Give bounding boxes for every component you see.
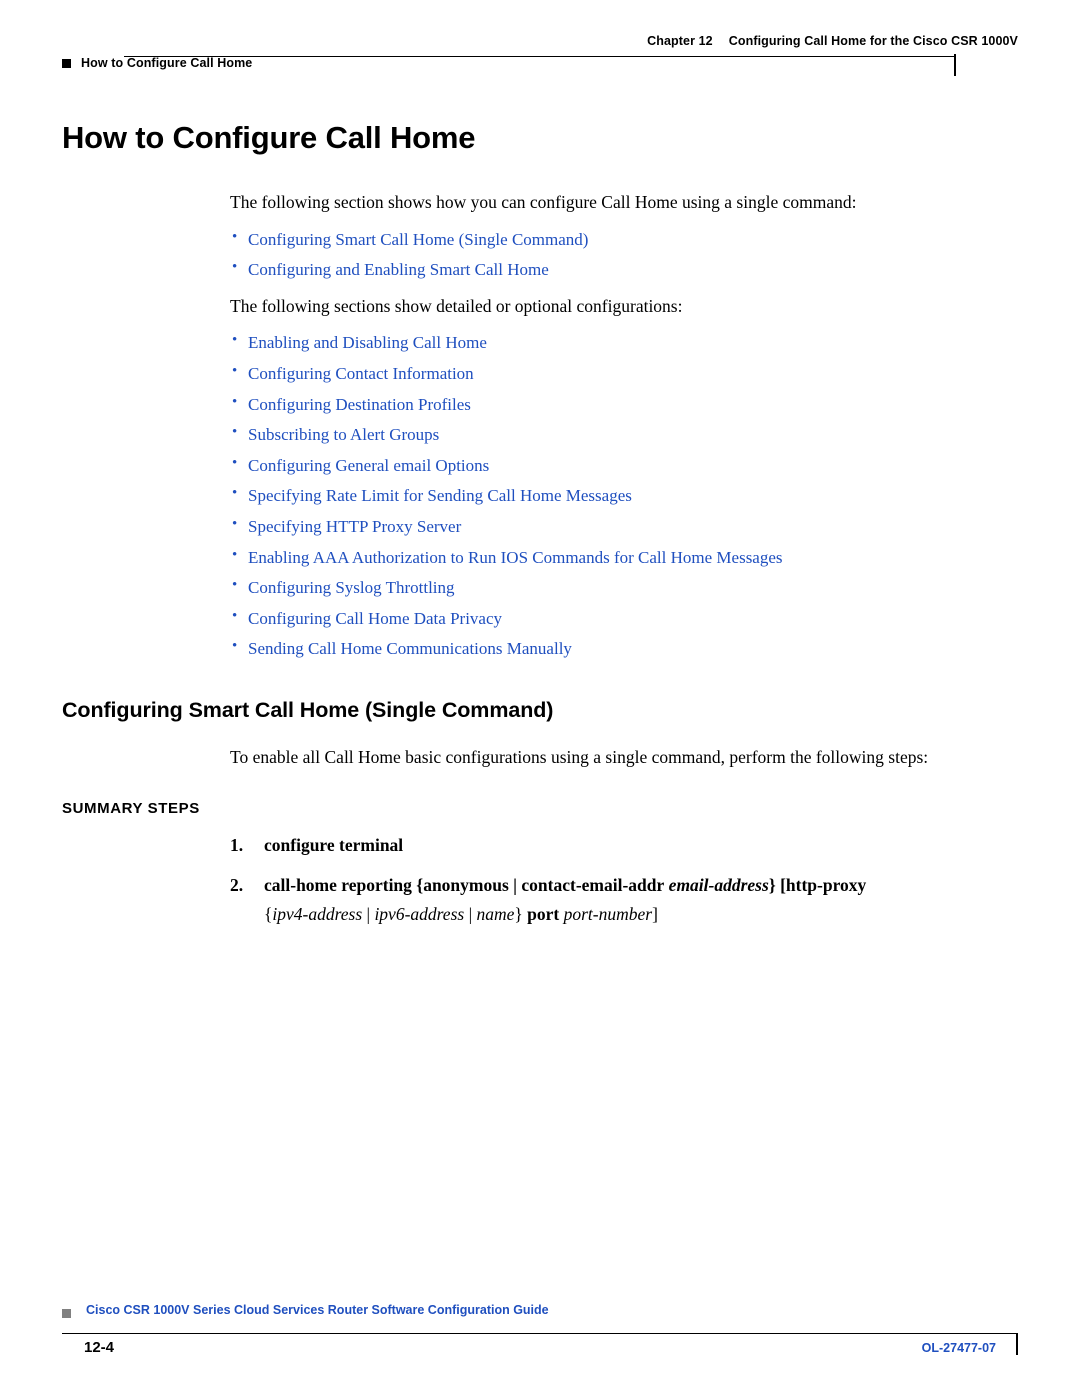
intro-paragraph-1: The following section shows how you can … — [230, 192, 857, 212]
header-chapter-info: Chapter 12 Configuring Call Home for the… — [647, 34, 1018, 48]
step-text-fragment: contact-email-addr — [521, 874, 665, 895]
step-text-fragment: ipv4-address — [272, 904, 363, 924]
page-title: How to Configure Call Home — [62, 120, 476, 155]
step-text-fragment: name — [476, 904, 515, 924]
footer-rule — [62, 1333, 1018, 1334]
cross-reference-link[interactable]: Configuring Smart Call Home (Single Comm… — [248, 230, 588, 249]
step-text-fragment: configure terminal — [264, 835, 404, 856]
summary-steps-heading: SUMMARY STEPS — [62, 800, 200, 818]
header-section-label: How to Configure Call Home — [81, 56, 253, 70]
list-item[interactable]: Configuring Call Home Data Privacy — [230, 607, 1018, 630]
list-item[interactable]: Enabling AAA Authorization to Run IOS Co… — [230, 546, 1018, 569]
square-marker-icon — [62, 59, 71, 68]
cross-reference-link[interactable]: Sending Call Home Communications Manuall… — [248, 639, 572, 658]
list-item[interactable]: Subscribing to Alert Groups — [230, 423, 1018, 446]
summary-steps-list: 1. configure terminal 2. call-home reportin… — [230, 833, 1018, 927]
step-text-fragment: ] — [652, 904, 658, 924]
header-chapter-label: Chapter 12 — [647, 34, 713, 48]
list-item[interactable]: Configuring Smart Call Home (Single Comm… — [230, 228, 1018, 251]
step-number: 2. — [230, 874, 244, 895]
intro-paragraph-2: The following sections show detailed or … — [230, 295, 683, 316]
cross-reference-link[interactable]: Subscribing to Alert Groups — [248, 425, 439, 444]
cross-reference-link[interactable]: Enabling and Disabling Call Home — [248, 333, 487, 352]
cross-reference-link[interactable]: Configuring Syslog Throttling — [248, 578, 455, 597]
step-text-fragment: ipv6-address — [374, 904, 465, 924]
list-item[interactable]: Configuring Contact Information — [230, 362, 1018, 385]
step-text-fragment: http-proxy — [785, 874, 867, 895]
footer-square-marker-icon — [62, 1309, 71, 1318]
step-text-fragment: port — [527, 904, 560, 924]
step-text-fragment: email-address — [668, 874, 769, 895]
step-text-fragment: port-number — [563, 904, 653, 924]
summary-step-item: 2. call-home reporting {anonymous | conta… — [230, 873, 1018, 928]
header-running-title: How to Configure Call Home — [62, 56, 252, 70]
cross-reference-link[interactable]: Configuring Call Home Data Privacy — [248, 609, 502, 628]
cross-reference-link[interactable]: Configuring and Enabling Smart Call Home — [248, 260, 549, 279]
cross-reference-link[interactable]: Specifying HTTP Proxy Server — [248, 517, 461, 536]
cross-reference-link[interactable]: Configuring General email Options — [248, 456, 489, 475]
list-item[interactable]: Specifying HTTP Proxy Server — [230, 515, 1018, 538]
cross-reference-link[interactable]: Configuring Destination Profiles — [248, 395, 471, 414]
summary-step-item: 1. configure terminal — [230, 833, 1018, 858]
step-text-fragment: } — [514, 904, 528, 924]
link-list-secondary: Enabling and Disabling Call Home Configur… — [230, 331, 1018, 660]
footer-document-id: OL-27477-07 — [921, 1341, 996, 1355]
list-item[interactable]: Configuring Syslog Throttling — [230, 576, 1018, 599]
cross-reference-link[interactable]: Enabling AAA Authorization to Run IOS Co… — [248, 548, 783, 567]
page-footer: Cisco CSR 1000V Series Cloud Services Ro… — [62, 1303, 1018, 1356]
intro-block-2: To enable all Call Home basic configurat… — [230, 745, 1018, 770]
header-chapter-title: Configuring Call Home for the Cisco CSR … — [728, 34, 1018, 48]
step-text-fragment: call-home reporting — [264, 874, 412, 895]
document-content: How to Configure Call Home The following… — [62, 120, 1018, 941]
step-number: 1. — [230, 835, 244, 856]
list-item[interactable]: Sending Call Home Communications Manuall… — [230, 637, 1018, 660]
header-edge-bar — [953, 54, 956, 76]
list-item[interactable]: Enabling and Disabling Call Home — [230, 331, 1018, 354]
cross-reference-link[interactable]: Configuring Contact Information — [248, 364, 474, 383]
footer-guide-title: Cisco CSR 1000V Series Cloud Services Ro… — [86, 1303, 549, 1317]
list-item[interactable]: Configuring Destination Profiles — [230, 393, 1018, 416]
list-item[interactable]: Configuring General email Options — [230, 454, 1018, 477]
section-title: Configuring Smart Call Home (Single Comm… — [62, 698, 554, 723]
cross-reference-link[interactable]: Specifying Rate Limit for Sending Call H… — [248, 486, 632, 505]
step-text-fragment: { — [411, 874, 424, 895]
list-item[interactable]: Configuring and Enabling Smart Call Home — [230, 258, 1018, 281]
intro-paragraph-3: To enable all Call Home basic configurat… — [230, 747, 929, 768]
page-header: How to Configure Call Home Chapter 12 Co… — [62, 34, 1018, 78]
intro-block-1: The following section shows how you can … — [230, 190, 1018, 660]
step-text-fragment: | — [508, 874, 522, 895]
step-text-fragment: | — [362, 904, 375, 924]
step-text-fragment: } [ — [768, 874, 786, 895]
step-text-fragment: | — [464, 904, 477, 924]
step-text-fragment: anonymous — [423, 874, 509, 895]
link-list-primary: Configuring Smart Call Home (Single Comm… — [230, 228, 1018, 282]
footer-edge-bar — [1015, 1333, 1018, 1355]
footer-page-number: 12-4 — [84, 1339, 115, 1356]
step-continuation: {ipv4-address | ipv6-address | name} por… — [264, 902, 1018, 927]
list-item[interactable]: Specifying Rate Limit for Sending Call H… — [230, 484, 1018, 507]
